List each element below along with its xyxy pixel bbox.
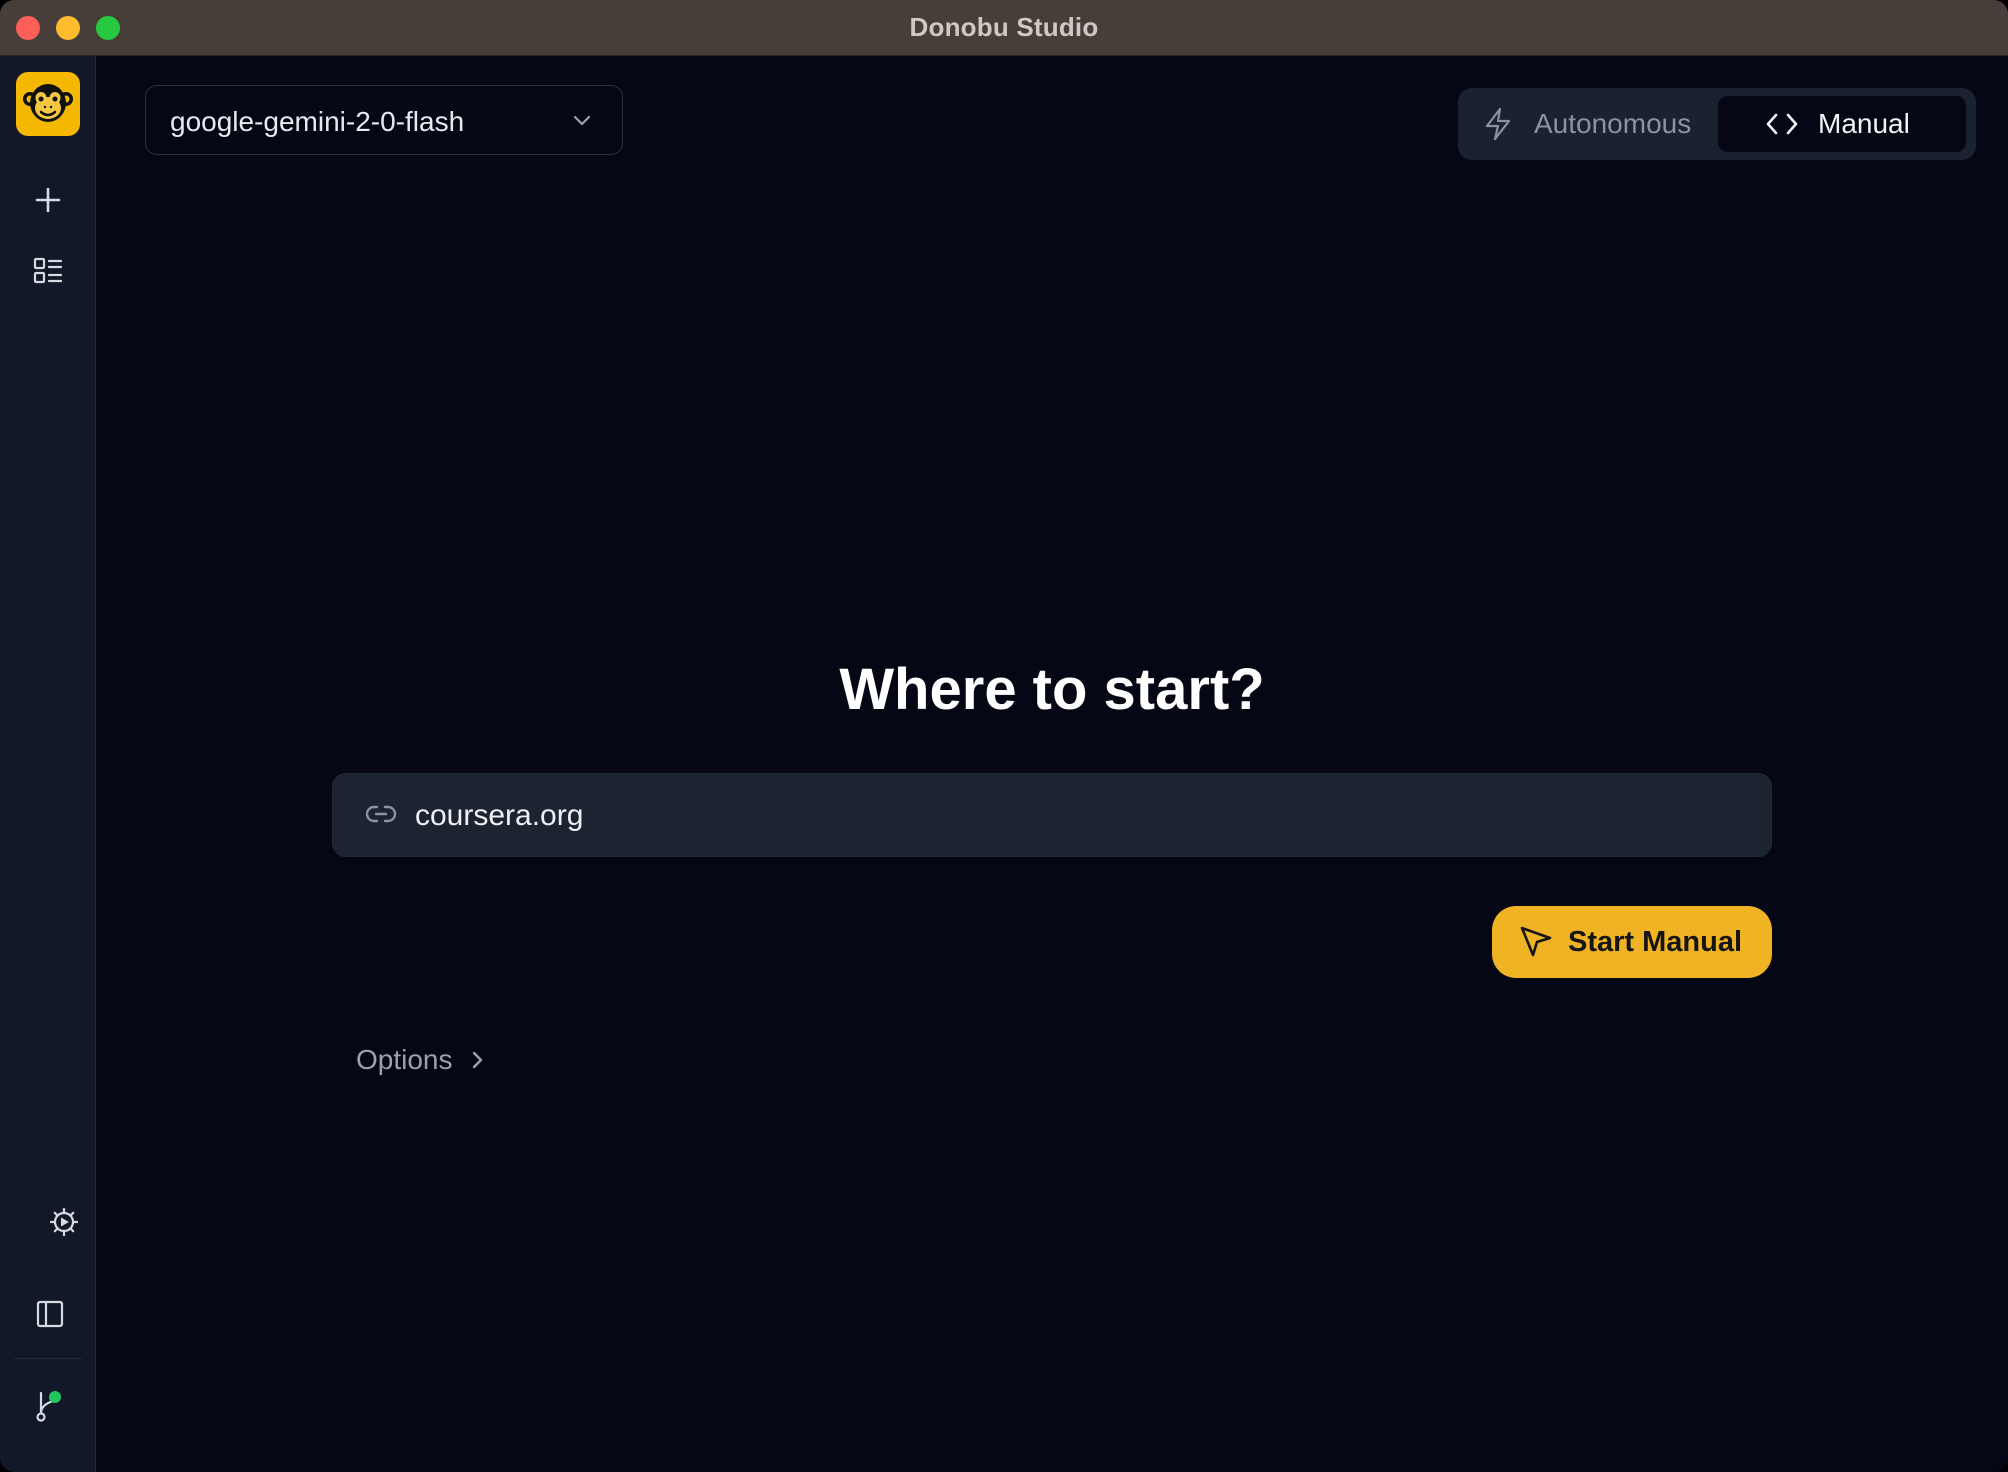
model-select-value: google-gemini-2-0-flash [170, 106, 465, 137]
autonomous-mode-label: Autonomous [1534, 108, 1692, 139]
link-icon [365, 796, 397, 837]
git-branch-status-icon[interactable] [28, 1386, 68, 1426]
model-select[interactable]: google-gemini-2-0-flash [145, 85, 623, 155]
start-manual-button[interactable]: Start Manual [1492, 906, 1772, 978]
options-toggle[interactable]: Options [356, 1044, 487, 1076]
sidebar [0, 56, 96, 1472]
mode-toggle: Autonomous Manual [1458, 88, 1976, 160]
title-bar: Donobu Studio [0, 0, 2008, 56]
url-input-container [332, 773, 1772, 857]
code-brackets-icon [1762, 104, 1802, 144]
flows-list-icon[interactable] [28, 252, 68, 292]
sidebar-divider [14, 1358, 82, 1359]
chevron-right-icon [467, 1048, 487, 1072]
manual-mode-label: Manual [1818, 108, 1910, 139]
lightning-icon [1478, 104, 1518, 144]
url-input[interactable] [415, 792, 1745, 840]
cursor-pointer-icon [1518, 924, 1554, 960]
sidebar-panel-icon[interactable] [30, 1294, 70, 1334]
manual-mode-button[interactable]: Manual [1718, 96, 1966, 152]
settings-gear-icon[interactable] [44, 1202, 84, 1242]
page-title: Where to start? [839, 657, 1265, 722]
start-manual-label: Start Manual [1568, 925, 1743, 958]
window-title: Donobu Studio [909, 12, 1099, 42]
monkey-logo-icon[interactable] [16, 72, 80, 136]
options-label: Options [356, 1044, 453, 1075]
app-window: Donobu Studio google-gemini-2-0-flash Au… [0, 0, 2008, 1472]
autonomous-mode-button[interactable]: Autonomous [1472, 96, 1712, 152]
chevron-down-icon [570, 108, 594, 137]
plus-icon[interactable] [28, 180, 68, 220]
